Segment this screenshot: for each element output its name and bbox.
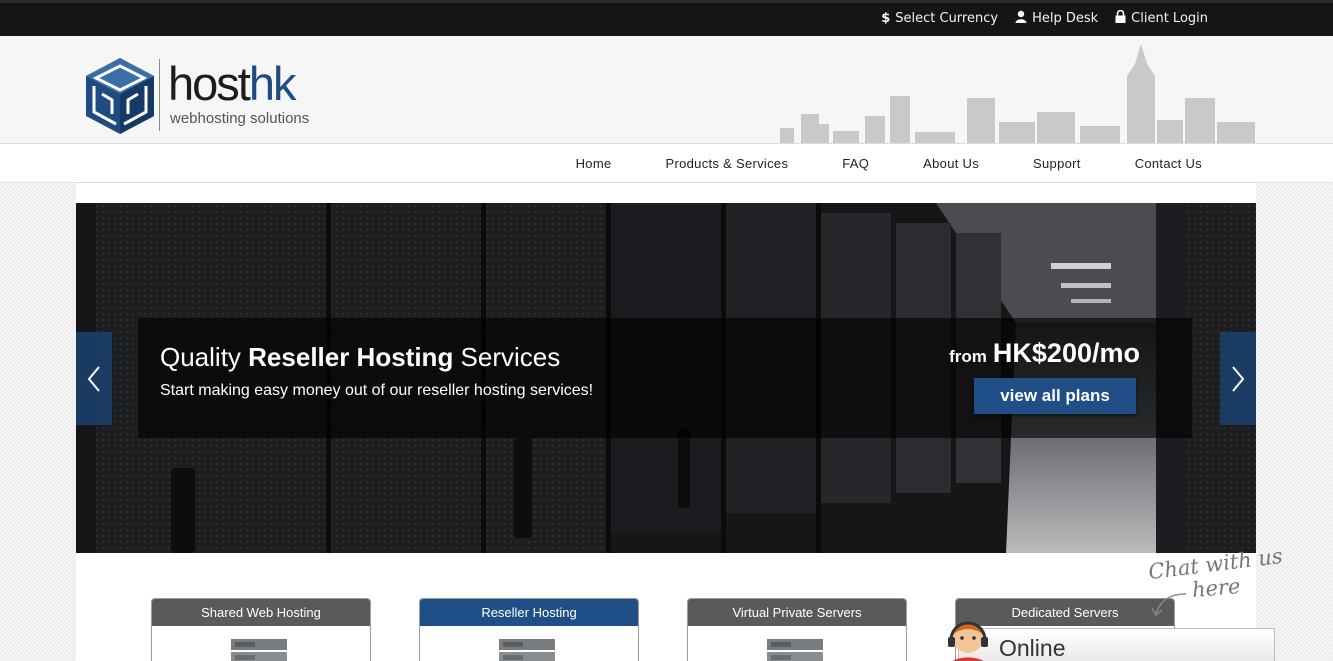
select-currency-label: Select Currency xyxy=(895,11,999,26)
main-nav: Home Products & Services FAQ About Us Su… xyxy=(0,144,1333,183)
top-bar: $ Select Currency Help Desk Client Login xyxy=(0,0,1333,36)
chat-status: Online xyxy=(999,635,1066,661)
slide-title: Quality Reseller Hosting Services xyxy=(160,342,561,372)
lock-icon xyxy=(1115,9,1126,27)
server-icon xyxy=(231,639,287,661)
logo[interactable]: hosthk webhosting solutions xyxy=(82,56,332,136)
slider-next-button[interactable] xyxy=(1220,332,1256,425)
product-tab-title: Reseller Hosting xyxy=(420,599,638,626)
slide-caption: Quality Reseller Hosting Services Start … xyxy=(138,318,1192,438)
logo-divider xyxy=(159,59,160,131)
dollar-icon: $ xyxy=(881,11,891,26)
slider-prev-button[interactable] xyxy=(76,332,112,425)
nav-item-products-services[interactable]: Products & Services xyxy=(639,156,816,171)
help-desk-link[interactable]: Help Desk xyxy=(1015,10,1098,27)
nav-item-home[interactable]: Home xyxy=(549,156,639,171)
chat-hint[interactable]: Chat with us here xyxy=(1146,544,1284,618)
price-amount: HK$200/mo xyxy=(992,338,1140,368)
product-tab-shared-web-hosting[interactable]: Shared Web Hosting xyxy=(151,598,371,661)
logo-tagline: webhosting solutions xyxy=(170,110,310,127)
hero-slider: Quality Reseller Hosting Services Start … xyxy=(76,203,1256,553)
nav-item-faq[interactable]: FAQ xyxy=(815,156,896,171)
slide-price: from HK$200/mo xyxy=(949,338,1140,369)
price-prefix: from xyxy=(949,347,987,366)
logo-wordmark: hosthk xyxy=(168,57,296,110)
nav-item-about-us[interactable]: About Us xyxy=(896,156,1006,171)
nav-item-contact-us[interactable]: Contact Us xyxy=(1108,156,1229,171)
server-icon xyxy=(767,639,823,661)
product-tab-title: Shared Web Hosting xyxy=(152,599,370,626)
client-login-link[interactable]: Client Login xyxy=(1115,9,1208,27)
nav-item-support[interactable]: Support xyxy=(1006,156,1108,171)
view-all-plans-button[interactable]: view all plans xyxy=(974,378,1136,414)
server-icon xyxy=(499,639,555,661)
slide-subtitle: Start making easy money out of our resel… xyxy=(160,382,594,399)
support-agent-icon xyxy=(948,621,988,661)
client-login-label: Client Login xyxy=(1131,11,1208,26)
help-desk-label: Help Desk xyxy=(1032,11,1099,26)
top-links: $ Select Currency Help Desk Client Login xyxy=(881,9,1208,27)
live-chat-button[interactable]: Online xyxy=(958,628,1275,661)
chevron-left-icon xyxy=(87,365,100,392)
select-currency-link[interactable]: $ Select Currency xyxy=(881,10,998,27)
logo-cube-icon xyxy=(86,58,154,134)
user-icon xyxy=(1015,10,1027,27)
product-tab-virtual-private-servers[interactable]: Virtual Private Servers xyxy=(687,598,907,661)
chat-hint-line2: here xyxy=(1191,573,1242,603)
chevron-right-icon xyxy=(1232,365,1245,392)
product-tab-title: Virtual Private Servers xyxy=(688,599,906,626)
city-skyline-illustration xyxy=(780,44,1255,143)
site-header: hosthk webhosting solutions xyxy=(0,36,1333,144)
product-tab-reseller-hosting[interactable]: Reseller Hosting xyxy=(419,598,639,661)
curved-arrow-icon xyxy=(1151,593,1187,617)
